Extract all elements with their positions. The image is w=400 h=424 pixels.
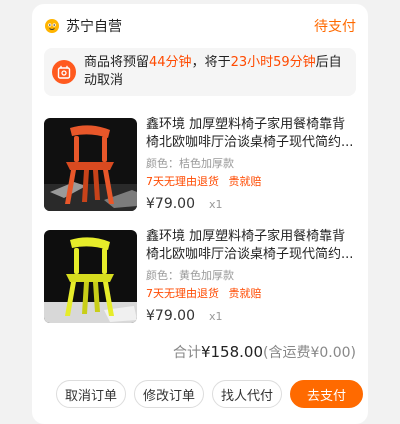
order-actions: 取消订单 修改订单 找人代付 去支付 [56,380,364,408]
product-spec: 颜色：桔色加厚款 [146,157,234,170]
notice-text: 商品将预留44分钟，将于23小时59分钟后自动取消 [84,54,348,90]
order-notice-icon [52,60,76,84]
reservation-notice: 商品将预留44分钟，将于23小时59分钟后自动取消 [44,48,356,96]
product-price: ¥79.00 [146,308,195,324]
return-badge: 7天无理由退货 [146,175,219,188]
product-spec: 颜色：黄色加厚款 [146,269,234,282]
order-total: 合计¥158.00(含运费¥0.00) [173,342,356,362]
product-quantity: x1 [209,310,223,323]
reserve-time: 44分钟 [149,55,192,70]
price-guarantee-badge: 贵就赔 [228,287,262,300]
total-label: 合计 [172,345,201,361]
cancel-order-button[interactable]: 取消订单 [56,380,127,408]
proxy-pay-button[interactable]: 找人代付 [212,380,283,408]
service-badges: 7天无理由退货 贵就赔 [146,286,356,302]
order-item[interactable]: 鑫环境 加厚塑料椅子家用餐椅靠背椅北欧咖啡厅洽谈桌椅子现代简约... 颜色：桔色… [44,116,356,212]
price-row: ¥79.00 x1 [146,308,356,324]
pay-button[interactable]: 去支付 [290,380,364,408]
product-image[interactable] [44,118,137,211]
store-link[interactable]: 苏宁自营 [44,16,122,36]
return-badge: 7天无理由退货 [146,287,219,300]
product-price: ¥79.00 [146,196,195,212]
order-status: 待支付 [314,19,356,35]
product-title[interactable]: 鑫环境 加厚塑料椅子家用餐椅靠背椅北欧咖啡厅洽谈桌椅子现代简约... [146,228,356,264]
notice-middle: ，将于 [191,55,231,70]
order-item[interactable]: 鑫环境 加厚塑料椅子家用餐椅靠背椅北欧咖啡厅洽谈桌椅子现代简约... 颜色：黄色… [44,228,356,324]
order-header: 苏宁自营 待支付 [44,14,356,38]
total-amount: ¥158.00 [200,343,263,361]
bee-icon [45,19,59,33]
chair-image [44,118,137,211]
cancel-deadline: 23小时59分钟 [230,55,316,70]
service-badges: 7天无理由退货 贵就赔 [146,174,356,190]
shipping-fee: (含运费¥0.00) [262,345,356,361]
product-quantity: x1 [209,198,223,211]
modify-order-button[interactable]: 修改订单 [134,380,205,408]
order-card: 苏宁自营 待支付 商品将预留44分钟，将于23小时59分钟后自动取消 鑫环境 加… [32,4,368,424]
product-image[interactable] [44,230,137,323]
price-row: ¥79.00 x1 [146,196,356,212]
notice-prefix: 商品将预留 [84,55,150,70]
chair-image [44,230,137,323]
store-name: 苏宁自营 [66,19,122,35]
price-guarantee-badge: 贵就赔 [228,175,262,188]
product-info: 鑫环境 加厚塑料椅子家用餐椅靠背椅北欧咖啡厅洽谈桌椅子现代简约... 颜色：桔色… [146,116,356,212]
product-info: 鑫环境 加厚塑料椅子家用餐椅靠背椅北欧咖啡厅洽谈桌椅子现代简约... 颜色：黄色… [146,228,356,324]
product-title[interactable]: 鑫环境 加厚塑料椅子家用餐椅靠背椅北欧咖啡厅洽谈桌椅子现代简约... [146,116,356,152]
